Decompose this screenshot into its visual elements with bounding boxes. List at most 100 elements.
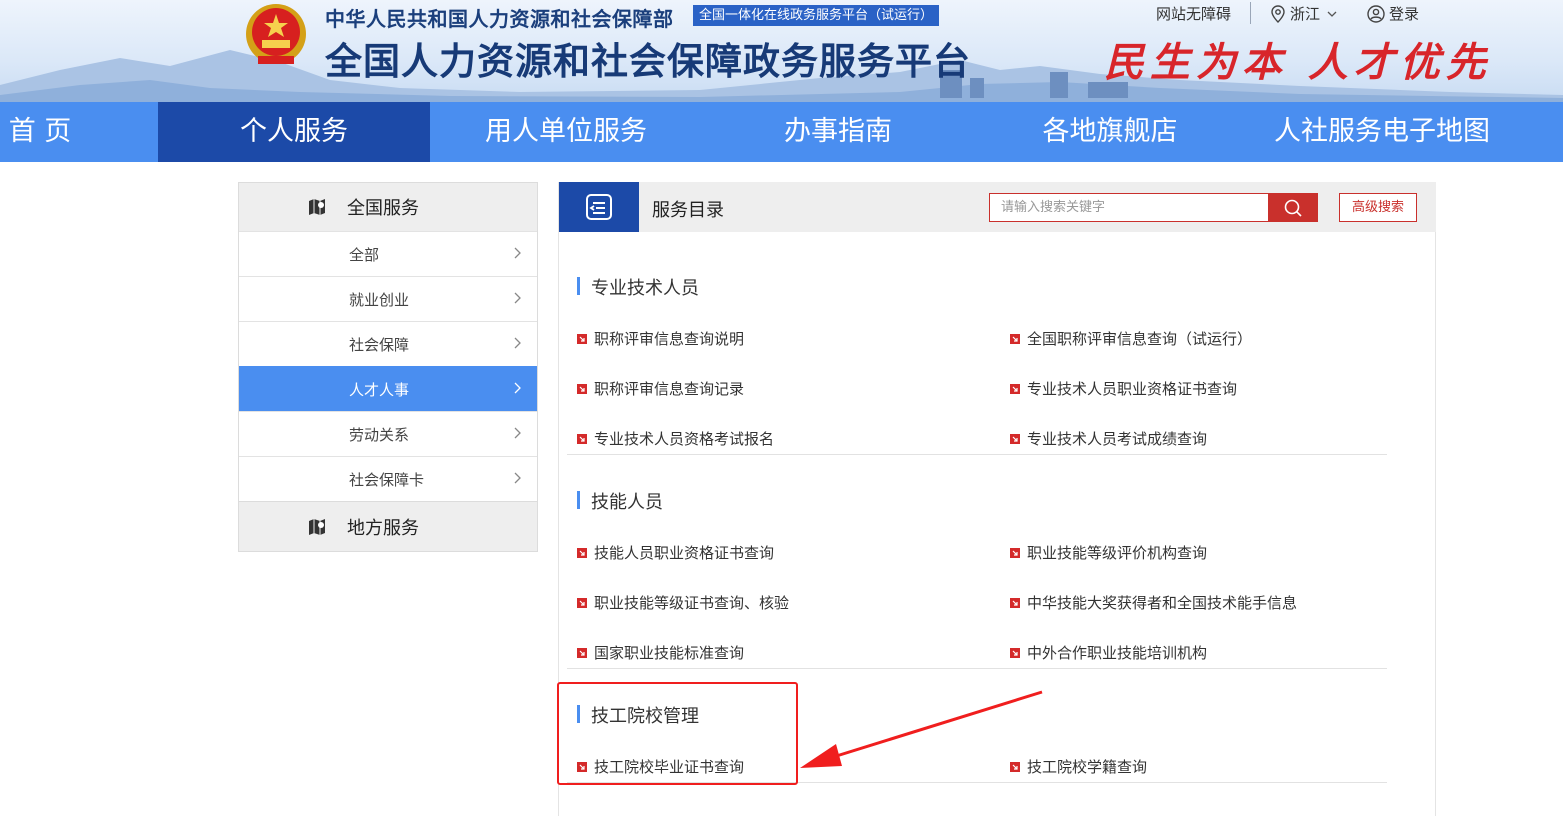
chevron-right-icon xyxy=(514,337,521,349)
bullet-arrow-icon xyxy=(1010,547,1020,558)
login-link[interactable]: 登录 xyxy=(1367,3,1419,24)
sidebar-local-label: 地方服务 xyxy=(347,517,419,539)
service-sidebar: 全国服务 全部 就业创业 社会保障 人才人事 劳动关系 社会保障卡 地方服务 xyxy=(238,182,538,552)
location-pin-icon xyxy=(1271,4,1285,23)
map-icon xyxy=(309,518,325,535)
top-links: 网站无障碍 浙江 登录 xyxy=(1123,0,1563,24)
service-link-label: 全国职称评审信息查询（试运行） xyxy=(1027,330,1253,348)
catalog-header: 服务目录 高级搜索 xyxy=(559,182,1436,232)
service-link-label: 职业技能等级证书查询、核验 xyxy=(594,594,790,612)
service-link-label: 国家职业技能标准查询 xyxy=(594,644,745,662)
search-input[interactable] xyxy=(989,193,1269,222)
bullet-arrow-icon xyxy=(1010,597,1020,608)
nav-service-map[interactable]: 人社服务电子地图 xyxy=(1246,102,1518,162)
chevron-right-icon xyxy=(514,427,521,439)
service-link[interactable]: 专业技术人员资格考试报名 xyxy=(577,428,774,449)
bullet-arrow-icon xyxy=(1010,647,1020,658)
annotation-highlight-box xyxy=(557,682,798,785)
section-divider xyxy=(567,454,1387,455)
platform-title: 全国人力资源和社会保障政务服务平台 xyxy=(325,40,971,83)
service-link-label: 职称评审信息查询说明 xyxy=(594,330,745,348)
service-link[interactable]: 职业技能等级证书查询、核验 xyxy=(577,592,789,613)
advanced-search-button[interactable]: 高级搜索 xyxy=(1339,193,1417,222)
service-link[interactable]: 国家职业技能标准查询 xyxy=(577,642,744,663)
sidebar-item-employment[interactable]: 就业创业 xyxy=(239,276,537,321)
service-link-label: 职称评审信息查询记录 xyxy=(594,380,745,398)
service-link-label: 技能人员职业资格证书查询 xyxy=(594,544,775,562)
bullet-arrow-icon xyxy=(577,333,587,344)
nav-home[interactable]: 首 页 xyxy=(0,102,90,162)
service-link[interactable]: 中华技能大奖获得者和全国技术能手信息 xyxy=(1010,592,1297,613)
chevron-right-icon xyxy=(514,472,521,484)
service-link[interactable]: 专业技术人员考试成绩查询 xyxy=(1010,428,1207,449)
site-header: 中华人民共和国人力资源和社会保障部 全国一体化在线政务服务平台（试运行） 全国人… xyxy=(0,0,1563,102)
service-link-label: 专业技术人员考试成绩查询 xyxy=(1027,430,1208,448)
login-label: 登录 xyxy=(1389,5,1420,23)
sidebar-item-label: 劳动关系 xyxy=(349,425,410,444)
bullet-arrow-icon xyxy=(577,547,587,558)
sidebar-item-ss-card[interactable]: 社会保障卡 xyxy=(239,456,537,501)
bullet-arrow-icon xyxy=(577,647,587,658)
catalog-title: 服务目录 xyxy=(652,200,724,221)
sidebar-item-label: 社会保障 xyxy=(349,335,410,354)
top-links-divider xyxy=(1250,2,1251,24)
trial-badge: 全国一体化在线政务服务平台（试运行） xyxy=(693,5,940,26)
main-nav: 首 页 个人服务 用人单位服务 办事指南 各地旗舰店 人社服务电子地图 xyxy=(0,102,1563,162)
service-link-label: 职业技能等级评价机构查询 xyxy=(1027,544,1208,562)
service-link[interactable]: 职称评审信息查询记录 xyxy=(577,378,744,399)
sidebar-national-services[interactable]: 全国服务 xyxy=(239,183,537,231)
search-icon xyxy=(1284,199,1302,217)
chevron-down-icon xyxy=(1327,11,1337,17)
section-title-skilled: 技能人员 xyxy=(577,488,663,514)
service-link[interactable]: 职称评审信息查询说明 xyxy=(577,328,744,349)
sidebar-item-label: 全部 xyxy=(349,245,380,264)
bullet-arrow-icon xyxy=(577,433,587,444)
service-link[interactable]: 职业技能等级评价机构查询 xyxy=(1010,542,1207,563)
service-link-label: 中外合作职业技能培训机构 xyxy=(1027,644,1208,662)
bullet-arrow-icon xyxy=(577,383,587,394)
national-emblem-icon xyxy=(246,4,306,64)
service-link-label: 专业技术人员资格考试报名 xyxy=(594,430,775,448)
region-label: 浙江 xyxy=(1290,5,1321,23)
service-link[interactable]: 专业技术人员职业资格证书查询 xyxy=(1010,378,1237,399)
nav-guide[interactable]: 办事指南 xyxy=(702,102,974,162)
sidebar-item-all[interactable]: 全部 xyxy=(239,231,537,276)
bullet-arrow-icon xyxy=(577,597,587,608)
nav-employer-services[interactable]: 用人单位服务 xyxy=(430,102,702,162)
sidebar-local-services[interactable]: 地方服务 xyxy=(239,501,537,551)
sidebar-item-social-security[interactable]: 社会保障 xyxy=(239,321,537,366)
catalog-icon-box xyxy=(559,182,639,232)
chevron-right-icon xyxy=(514,247,521,259)
slogan-calligraphy: 民生为本 人才优先 xyxy=(1104,39,1492,86)
accessibility-link[interactable]: 网站无障碍 xyxy=(1156,3,1231,24)
search-button[interactable] xyxy=(1268,193,1318,222)
bullet-arrow-icon xyxy=(1010,383,1020,394)
ministry-name: 中华人民共和国人力资源和社会保障部 xyxy=(325,7,674,31)
service-link-label: 技工院校学籍查询 xyxy=(1027,758,1148,776)
sidebar-item-talent[interactable]: 人才人事 xyxy=(239,366,537,411)
sidebar-national-label: 全国服务 xyxy=(347,198,419,219)
service-link[interactable]: 技工院校学籍查询 xyxy=(1010,756,1147,777)
map-icon xyxy=(309,199,325,215)
service-link-label: 中华技能大奖获得者和全国技术能手信息 xyxy=(1027,594,1298,612)
service-link[interactable]: 全国职称评审信息查询（试运行） xyxy=(1010,328,1252,349)
section-title-professional: 专业技术人员 xyxy=(577,274,699,300)
bullet-arrow-icon xyxy=(1010,333,1020,344)
sidebar-item-label: 社会保障卡 xyxy=(349,470,425,489)
nav-flagship-stores[interactable]: 各地旗舰店 xyxy=(974,102,1246,162)
catalog-list-icon xyxy=(586,194,612,220)
service-link-label: 专业技术人员职业资格证书查询 xyxy=(1027,380,1238,398)
bullet-arrow-icon xyxy=(1010,433,1020,444)
service-link[interactable]: 中外合作职业技能培训机构 xyxy=(1010,642,1207,663)
service-link[interactable]: 技能人员职业资格证书查询 xyxy=(577,542,774,563)
sidebar-item-labor-relations[interactable]: 劳动关系 xyxy=(239,411,537,456)
nav-personal-services[interactable]: 个人服务 xyxy=(158,102,430,162)
bullet-arrow-icon xyxy=(1010,761,1020,772)
sidebar-item-label: 就业创业 xyxy=(349,290,410,309)
chevron-right-icon xyxy=(514,292,521,304)
user-circle-icon xyxy=(1367,4,1385,23)
region-selector[interactable]: 浙江 xyxy=(1270,3,1343,24)
chevron-right-icon xyxy=(514,382,521,394)
sidebar-item-label: 人才人事 xyxy=(349,380,410,399)
section-divider xyxy=(567,668,1387,669)
